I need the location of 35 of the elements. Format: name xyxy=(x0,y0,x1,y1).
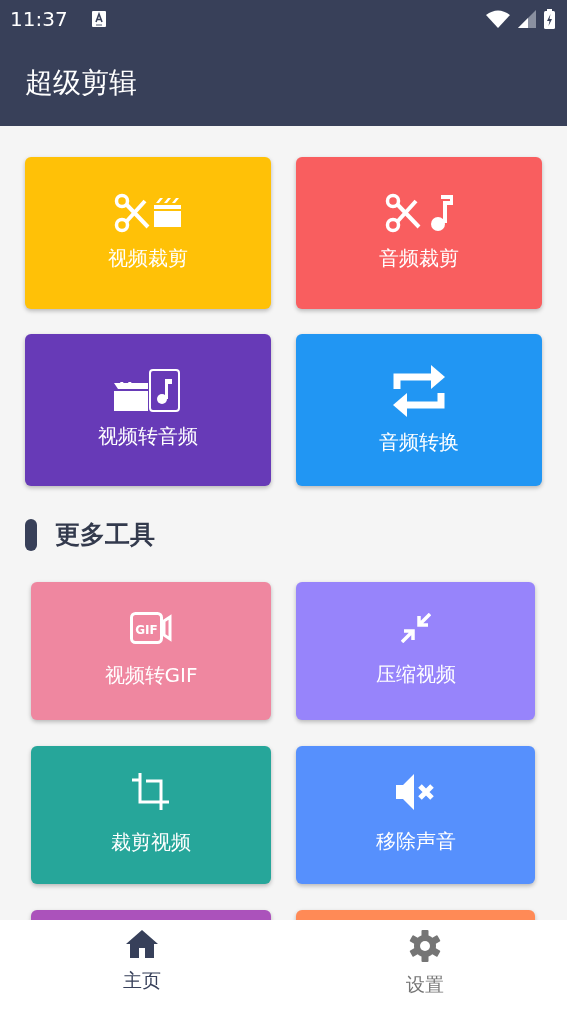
tool-tile[interactable]: 视频转音频 xyxy=(25,334,271,486)
collapse-arrows-icon xyxy=(400,612,431,643)
tile-label: 裁剪视频 xyxy=(111,828,191,856)
tool-tile[interactable]: GIF 视频转GIF xyxy=(31,581,271,720)
tool-tile[interactable]: 移除声音 xyxy=(296,745,535,884)
crop-icon xyxy=(132,772,170,811)
scissors-clapperboard-icon xyxy=(114,193,182,235)
scissors-music-note-icon xyxy=(385,193,453,235)
wifi-icon xyxy=(486,10,510,28)
tool-tile[interactable]: 音频转换 xyxy=(296,334,542,486)
nav-tab[interactable]: 主页 xyxy=(0,920,284,996)
status-time: 11:37 xyxy=(10,6,68,33)
nav-tab[interactable]: 设置 xyxy=(283,920,567,1000)
tool-tile[interactable]: 裁剪视频 xyxy=(31,745,271,884)
clapperboard-music-icon xyxy=(114,369,182,413)
tile-label: 移除声音 xyxy=(375,827,456,855)
tile-label: 视频裁剪 xyxy=(108,245,188,272)
home-icon xyxy=(125,930,158,958)
repeat-icon xyxy=(391,363,447,419)
tile-label: 音频裁剪 xyxy=(379,245,459,272)
tile-label: 视频转音频 xyxy=(98,423,198,450)
section-marker xyxy=(25,518,37,551)
mute-icon xyxy=(395,773,436,810)
keyboard-notification-icon xyxy=(91,11,106,27)
settings-icon xyxy=(409,930,442,962)
section-title: 更多工具 xyxy=(55,519,155,551)
tile-label: 视频转GIF xyxy=(104,661,198,689)
tool-tile[interactable]: 音频裁剪 xyxy=(296,157,542,309)
tile-label: 音频转换 xyxy=(379,429,459,456)
battery-icon xyxy=(544,9,555,29)
app-title: 超级剪辑 xyxy=(24,65,138,101)
tile-label: 压缩视频 xyxy=(375,660,456,688)
tool-tile[interactable]: 视频裁剪 xyxy=(25,157,271,309)
tool-tile[interactable]: 压缩视频 xyxy=(296,581,535,720)
signal-icon xyxy=(518,10,536,28)
